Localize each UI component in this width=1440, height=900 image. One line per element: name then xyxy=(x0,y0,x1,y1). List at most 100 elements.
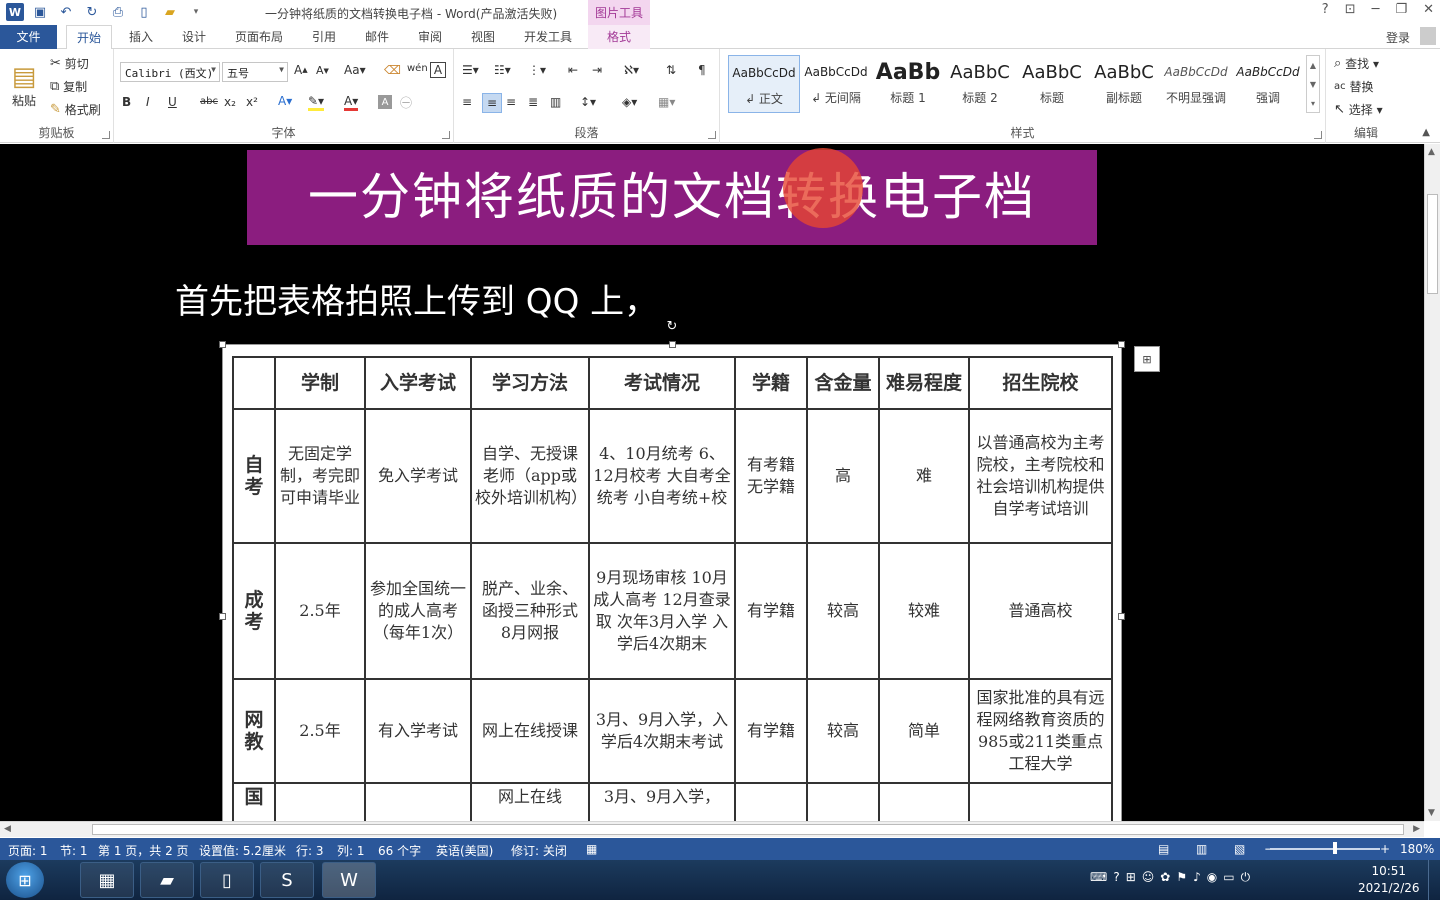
numbering-icon[interactable]: ☷▾ xyxy=(494,63,511,77)
status-line[interactable]: 行: 3 xyxy=(296,842,324,859)
style-subtle-emphasis[interactable]: AaBbCcDd 不明显强调 xyxy=(1160,55,1232,113)
layout-options-icon[interactable]: ⊞ xyxy=(1134,346,1160,372)
sort-icon[interactable]: ⇅ xyxy=(666,63,676,77)
document-paragraph[interactable]: 首先把表格拍照上传到 QQ 上， xyxy=(175,274,658,323)
tab-design[interactable]: 设计 xyxy=(178,25,210,49)
style-no-spacing[interactable]: AaBbCcDd ↲ 无间隔 xyxy=(800,55,872,113)
rotate-handle-icon[interactable]: ↻ xyxy=(665,320,679,334)
document-canvas[interactable]: 一分钟将纸质的文档转换电子档 首先把表格拍照上传到 QQ 上， ↻ 学制 入学考… xyxy=(0,144,1424,821)
macro-record-icon[interactable]: ▦ xyxy=(586,842,597,856)
character-border-icon[interactable]: A xyxy=(430,62,446,78)
status-section[interactable]: 节: 1 xyxy=(60,842,88,859)
paragraph-launcher-icon[interactable] xyxy=(708,131,716,139)
change-case-icon[interactable]: Aa▾ xyxy=(344,63,366,77)
justify-icon[interactable]: ≣ xyxy=(528,95,538,109)
taskbar-clock[interactable]: 10:51 2021/2/26 xyxy=(1358,863,1420,897)
line-spacing-icon[interactable]: ↕▾ xyxy=(580,95,596,109)
scroll-up-icon[interactable]: ▲ xyxy=(1428,147,1435,157)
read-mode-icon[interactable]: ▤ xyxy=(1158,842,1169,856)
scroll-down-icon[interactable]: ▼ xyxy=(1428,808,1435,818)
document-heading[interactable]: 一分钟将纸质的文档转换电子档 xyxy=(247,150,1097,245)
highlight-icon[interactable]: ✎▾ xyxy=(308,94,325,111)
show-desktop-button[interactable] xyxy=(1428,860,1440,900)
power-icon[interactable]: ⏻ xyxy=(1241,870,1251,885)
zoom-in-icon[interactable]: + xyxy=(1380,842,1390,856)
style-heading-2[interactable]: AaBbC 标题 2 xyxy=(944,55,1016,113)
style-title[interactable]: AaBbC 标题 xyxy=(1016,55,1088,113)
horizontal-scroll-thumb[interactable] xyxy=(92,824,1404,835)
font-size-select[interactable]: 五号 ▼ xyxy=(222,62,288,82)
status-setting[interactable]: 设置值: 5.2厘米 xyxy=(199,842,286,859)
print-preview-icon[interactable]: ⎙ xyxy=(108,2,128,22)
help-button[interactable]: ? xyxy=(1322,2,1329,17)
font-launcher-icon[interactable] xyxy=(442,131,450,139)
align-left-icon[interactable]: ≡ xyxy=(462,95,472,109)
zoom-slider[interactable] xyxy=(1270,848,1380,850)
status-track-changes[interactable]: 修订: 关闭 xyxy=(511,842,567,859)
taskbar-app-launcher[interactable]: ▦ xyxy=(80,862,134,898)
help-icon[interactable]: ? xyxy=(1113,870,1119,885)
taskbar-word-app[interactable]: W xyxy=(322,862,376,898)
character-shading-icon[interactable]: A xyxy=(378,95,392,109)
scroll-right-icon[interactable]: ▶ xyxy=(1413,824,1420,834)
style-emphasis[interactable]: AaBbCcDd 强调 xyxy=(1232,55,1304,113)
vertical-scrollbar[interactable]: ▲ ▼ xyxy=(1424,144,1440,821)
taskbar-phone-app[interactable]: ▯ xyxy=(200,862,254,898)
replace-button[interactable]: ac 替换 xyxy=(1334,78,1373,95)
align-center-icon[interactable]: ≡ xyxy=(482,93,502,113)
new-document-icon[interactable]: ▯ xyxy=(134,2,154,22)
distributed-icon[interactable]: ▥ xyxy=(550,95,561,109)
find-button[interactable]: ⌕ 查找 ▾ xyxy=(1334,55,1379,72)
cut-button[interactable]: ✂ 剪切 xyxy=(50,55,89,72)
zoom-level[interactable]: 180% xyxy=(1400,842,1434,856)
sign-in-link[interactable]: 登录 xyxy=(1386,29,1410,46)
font-color-icon[interactable]: A▾ xyxy=(344,94,359,111)
resize-handle-nw[interactable] xyxy=(219,341,226,348)
shrink-font-icon[interactable]: A ▼ xyxy=(316,64,329,77)
status-column[interactable]: 列: 1 xyxy=(337,842,365,859)
style-normal[interactable]: AaBbCcDd ↲ 正文 xyxy=(728,55,800,113)
show-marks-icon[interactable]: ¶ xyxy=(698,63,706,77)
styles-launcher-icon[interactable] xyxy=(1314,131,1322,139)
user-avatar-icon[interactable] xyxy=(1420,27,1436,45)
italic-button[interactable]: I xyxy=(146,95,150,109)
flag-icon[interactable]: ⚑ xyxy=(1176,870,1187,885)
network-icon[interactable]: ◉ xyxy=(1207,870,1217,885)
shading-icon[interactable]: ◈▾ xyxy=(622,95,637,109)
open-folder-icon[interactable]: ▰ xyxy=(160,2,180,22)
enclose-characters-icon[interactable]: ㊀ xyxy=(400,94,412,111)
underline-button[interactable]: U xyxy=(168,95,177,109)
status-page[interactable]: 页面: 1 xyxy=(8,842,48,859)
font-name-select[interactable]: Calibri (西文) ▼ xyxy=(120,62,220,82)
borders-icon[interactable]: ▦▾ xyxy=(658,95,675,109)
action-center-icon[interactable]: ▭ xyxy=(1223,870,1234,885)
minimize-button[interactable]: ─ xyxy=(1372,2,1380,17)
align-right-icon[interactable]: ≡ xyxy=(506,95,516,109)
copy-button[interactable]: ⧉ 复制 xyxy=(50,78,87,95)
customize-qat-icon[interactable]: ▾ xyxy=(186,2,206,22)
tab-developer[interactable]: 开发工具 xyxy=(519,25,577,49)
select-button[interactable]: ↖ 选择 ▾ xyxy=(1334,101,1383,118)
word-logo-icon[interactable]: W xyxy=(6,3,24,21)
inserted-picture[interactable]: 学制 入学考试 学习方法 考试情况 学籍 含金量 难易程度 招生院校 自考 无固… xyxy=(219,341,1125,821)
decrease-indent-icon[interactable]: ⇤ xyxy=(568,63,578,77)
scroll-left-icon[interactable]: ◀ xyxy=(4,824,11,834)
tab-references[interactable]: 引用 xyxy=(308,25,340,49)
taskbar-sogou-app[interactable]: S xyxy=(260,862,314,898)
subscript-button[interactable]: x₂ xyxy=(224,95,236,109)
close-button[interactable]: ✕ xyxy=(1423,2,1434,17)
print-layout-icon[interactable]: ▥ xyxy=(1196,842,1207,856)
save-icon[interactable]: ▣ xyxy=(30,2,50,22)
tab-format[interactable]: 格式 xyxy=(588,25,650,49)
text-effects-icon[interactable]: A▾ xyxy=(278,94,292,108)
resize-handle-w[interactable] xyxy=(219,613,226,620)
clipboard-launcher-icon[interactable] xyxy=(102,131,110,139)
tab-review[interactable]: 审阅 xyxy=(414,25,446,49)
keyboard-icon[interactable]: ⌨ xyxy=(1090,870,1107,885)
start-button[interactable]: ⊞ xyxy=(6,862,44,898)
status-language[interactable]: 英语(美国) xyxy=(436,842,493,859)
bullets-icon[interactable]: ☰▾ xyxy=(462,63,479,77)
vertical-scroll-thumb[interactable] xyxy=(1427,194,1438,294)
resize-handle-n[interactable] xyxy=(669,341,676,348)
ribbon-display-options-icon[interactable]: ⊡ xyxy=(1345,2,1356,17)
